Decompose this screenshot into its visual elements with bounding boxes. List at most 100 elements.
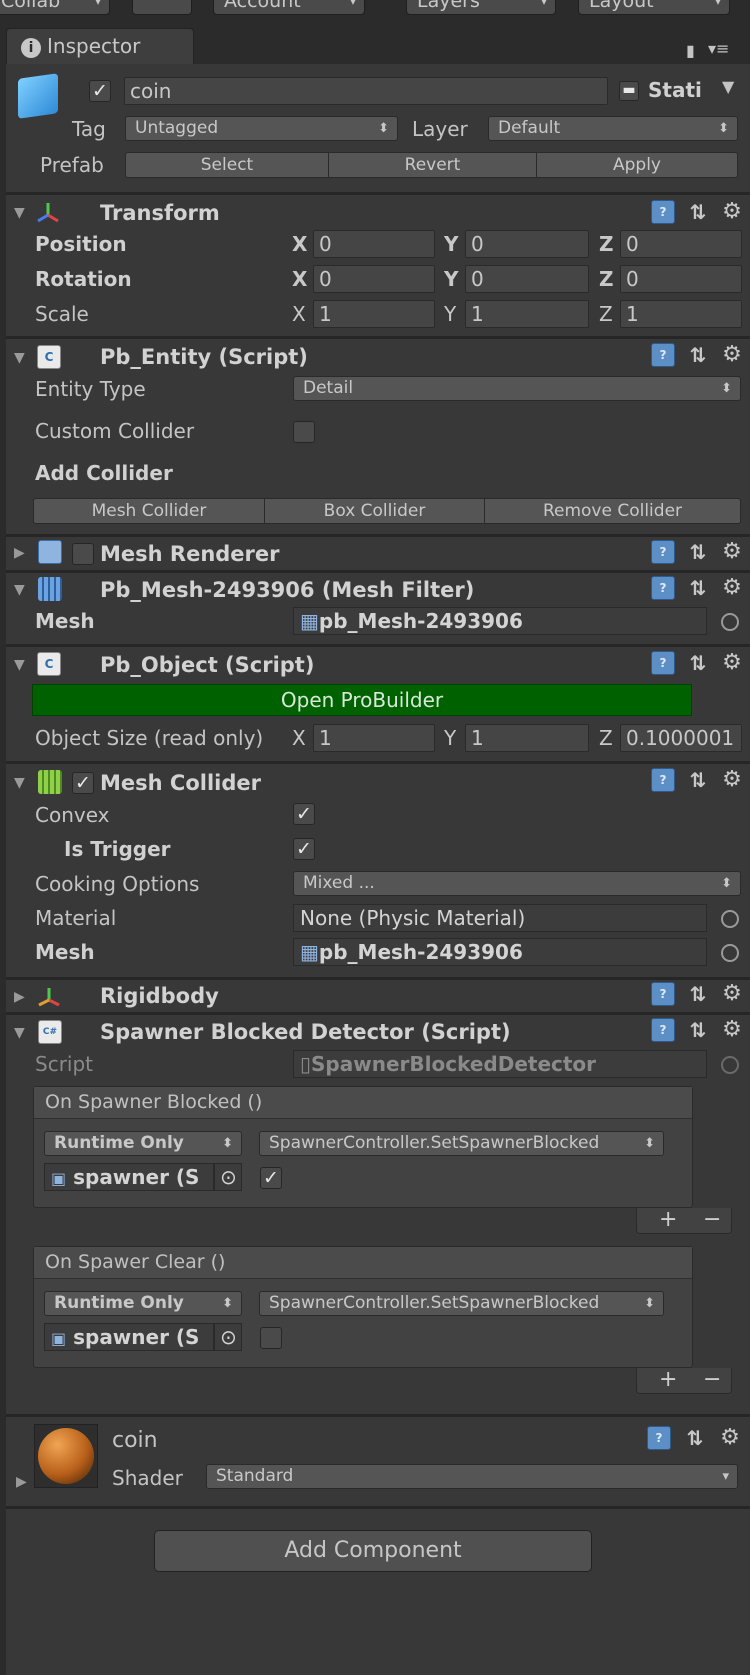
add-listener-button[interactable]: + [659,1209,677,1231]
mesh-renderer-foldout[interactable]: ▶ [14,545,25,561]
object-picker-icon[interactable] [721,613,739,631]
scale-y-field[interactable]: 1 [465,300,589,328]
collab-button[interactable]: Collab ▾ [0,0,110,15]
add-listener-button[interactable]: + [659,1369,677,1391]
help-icon[interactable]: ? [647,1426,671,1450]
convex-checkbox[interactable]: ✓ [293,803,315,825]
scale-x-field[interactable]: 1 [313,300,435,328]
position-y-field[interactable]: 0 [465,230,589,258]
target-object-field[interactable]: ▣ spawner (S [44,1163,214,1191]
rotation-y-field[interactable]: 0 [465,265,589,293]
presets-icon[interactable]: ⇅ [686,651,710,675]
material-field[interactable]: None (Physic Material) [293,904,707,932]
active-checkbox[interactable]: ✓ [89,80,111,102]
mesh-renderer-enabled-checkbox[interactable] [72,543,94,565]
object-picker-icon[interactable] [721,910,739,928]
cloud-button[interactable] [132,0,192,15]
panel-menu-icon[interactable]: ▾≡ [708,36,729,62]
static-dropdown-icon[interactable]: ▼ [722,74,734,100]
presets-icon[interactable]: ⇅ [686,768,710,792]
presets-icon[interactable]: ⇅ [683,1426,707,1450]
rotation-label: Rotation [35,267,132,291]
object-picker-icon[interactable] [721,944,739,962]
target-object-field[interactable]: ▣ spawner (S [44,1323,214,1351]
tab-inspector[interactable]: i Inspector [6,28,194,64]
layer-dropdown[interactable]: Default ⬍ [488,116,738,141]
open-probuilder-button[interactable]: Open ProBuilder [32,684,692,716]
mesh-collider-enabled-checkbox[interactable]: ✓ [72,772,94,794]
pb-entity-foldout[interactable]: ▼ [14,350,25,366]
name-field[interactable]: coin [124,77,608,105]
gear-icon[interactable]: ⚙ [720,540,744,564]
position-z-field[interactable]: 0 [620,230,742,258]
gear-icon[interactable]: ⚙ [720,343,744,367]
rigidbody-foldout[interactable]: ▶ [14,989,25,1005]
gear-icon[interactable]: ⚙ [720,1018,744,1042]
gear-icon[interactable]: ⚙ [720,200,744,224]
runtime-mode-dropdown[interactable]: Runtime Only ⬍ [44,1291,242,1316]
gear-icon[interactable]: ⚙ [720,651,744,675]
scale-label: Scale [35,302,89,326]
presets-icon[interactable]: ⇅ [686,1018,710,1042]
tag-dropdown[interactable]: Untagged ⬍ [125,116,398,141]
account-button[interactable]: Account ▾ [213,0,365,15]
presets-icon[interactable]: ⇅ [686,343,710,367]
presets-icon[interactable]: ⇅ [686,982,710,1006]
position-x-field[interactable]: 0 [313,230,435,258]
rotation-z-field[interactable]: 0 [620,265,742,293]
mesh-filter-foldout[interactable]: ▼ [14,582,25,598]
help-icon[interactable]: ? [651,651,675,675]
remove-collider-button[interactable]: Remove Collider [485,498,741,524]
object-size-z-field[interactable]: 0.1000001 [620,724,742,752]
layout-dropdown[interactable]: Layout ▾ [578,0,730,15]
material-foldout[interactable]: ▶ [16,1474,27,1490]
rotation-x-field[interactable]: 0 [313,265,435,293]
custom-collider-checkbox[interactable] [293,421,315,443]
runtime-mode-dropdown[interactable]: Runtime Only ⬍ [44,1131,242,1156]
object-picker-icon[interactable]: ⊙ [214,1323,242,1351]
scale-z-field[interactable]: 1 [620,300,742,328]
mesh-collider-button[interactable]: Mesh Collider [33,498,265,524]
gear-icon[interactable]: ⚙ [720,576,744,600]
static-checkbox[interactable]: ▬ [619,81,639,101]
is-trigger-checkbox[interactable]: ✓ [293,838,315,860]
object-picker-icon[interactable]: ⊙ [214,1163,242,1191]
help-icon[interactable]: ? [651,982,675,1006]
help-icon[interactable]: ? [651,1018,675,1042]
entity-type-dropdown[interactable]: Detail ⬍ [293,376,741,401]
add-component-button[interactable]: Add Component [154,1530,592,1572]
function-dropdown[interactable]: SpawnerController.SetSpawnerBlocked ⬍ [259,1131,664,1156]
remove-listener-button[interactable]: − [703,1369,721,1391]
shader-dropdown[interactable]: Standard ▾ [206,1464,738,1489]
prefab-apply-button[interactable]: Apply [537,152,738,178]
prefab-revert-button[interactable]: Revert [329,152,537,178]
function-dropdown[interactable]: SpawnerController.SetSpawnerBlocked ⬍ [259,1291,664,1316]
cooking-options-dropdown[interactable]: Mixed ... ⬍ [293,871,741,896]
gear-icon[interactable]: ⚙ [720,982,744,1006]
remove-listener-button[interactable]: − [703,1209,721,1231]
presets-icon[interactable]: ⇅ [686,200,710,224]
pb-object-foldout[interactable]: ▼ [14,657,25,673]
gear-icon[interactable]: ⚙ [720,768,744,792]
help-icon[interactable]: ? [651,576,675,600]
mesh-field[interactable]: ▦pb_Mesh-2493906 [293,938,707,966]
mesh-collider-foldout[interactable]: ▼ [14,775,25,791]
gear-icon[interactable]: ⚙ [718,1426,742,1450]
prefab-select-button[interactable]: Select [125,152,329,178]
argument-checkbox[interactable]: ✓ [260,1167,282,1189]
lock-icon[interactable]: ▮ [686,38,695,64]
presets-icon[interactable]: ⇅ [686,540,710,564]
help-icon[interactable]: ? [651,768,675,792]
help-icon[interactable]: ? [651,343,675,367]
help-icon[interactable]: ? [651,200,675,224]
box-collider-button[interactable]: Box Collider [265,498,485,524]
presets-icon[interactable]: ⇅ [686,576,710,600]
object-size-y-field[interactable]: 1 [465,724,589,752]
mesh-field[interactable]: ▦pb_Mesh-2493906 [293,607,707,635]
transform-foldout[interactable]: ▼ [14,205,25,221]
object-size-x-field[interactable]: 1 [313,724,435,752]
spawner-foldout[interactable]: ▼ [14,1025,25,1041]
argument-checkbox[interactable] [260,1327,282,1349]
layers-dropdown[interactable]: Layers ▾ [406,0,556,15]
help-icon[interactable]: ? [651,540,675,564]
